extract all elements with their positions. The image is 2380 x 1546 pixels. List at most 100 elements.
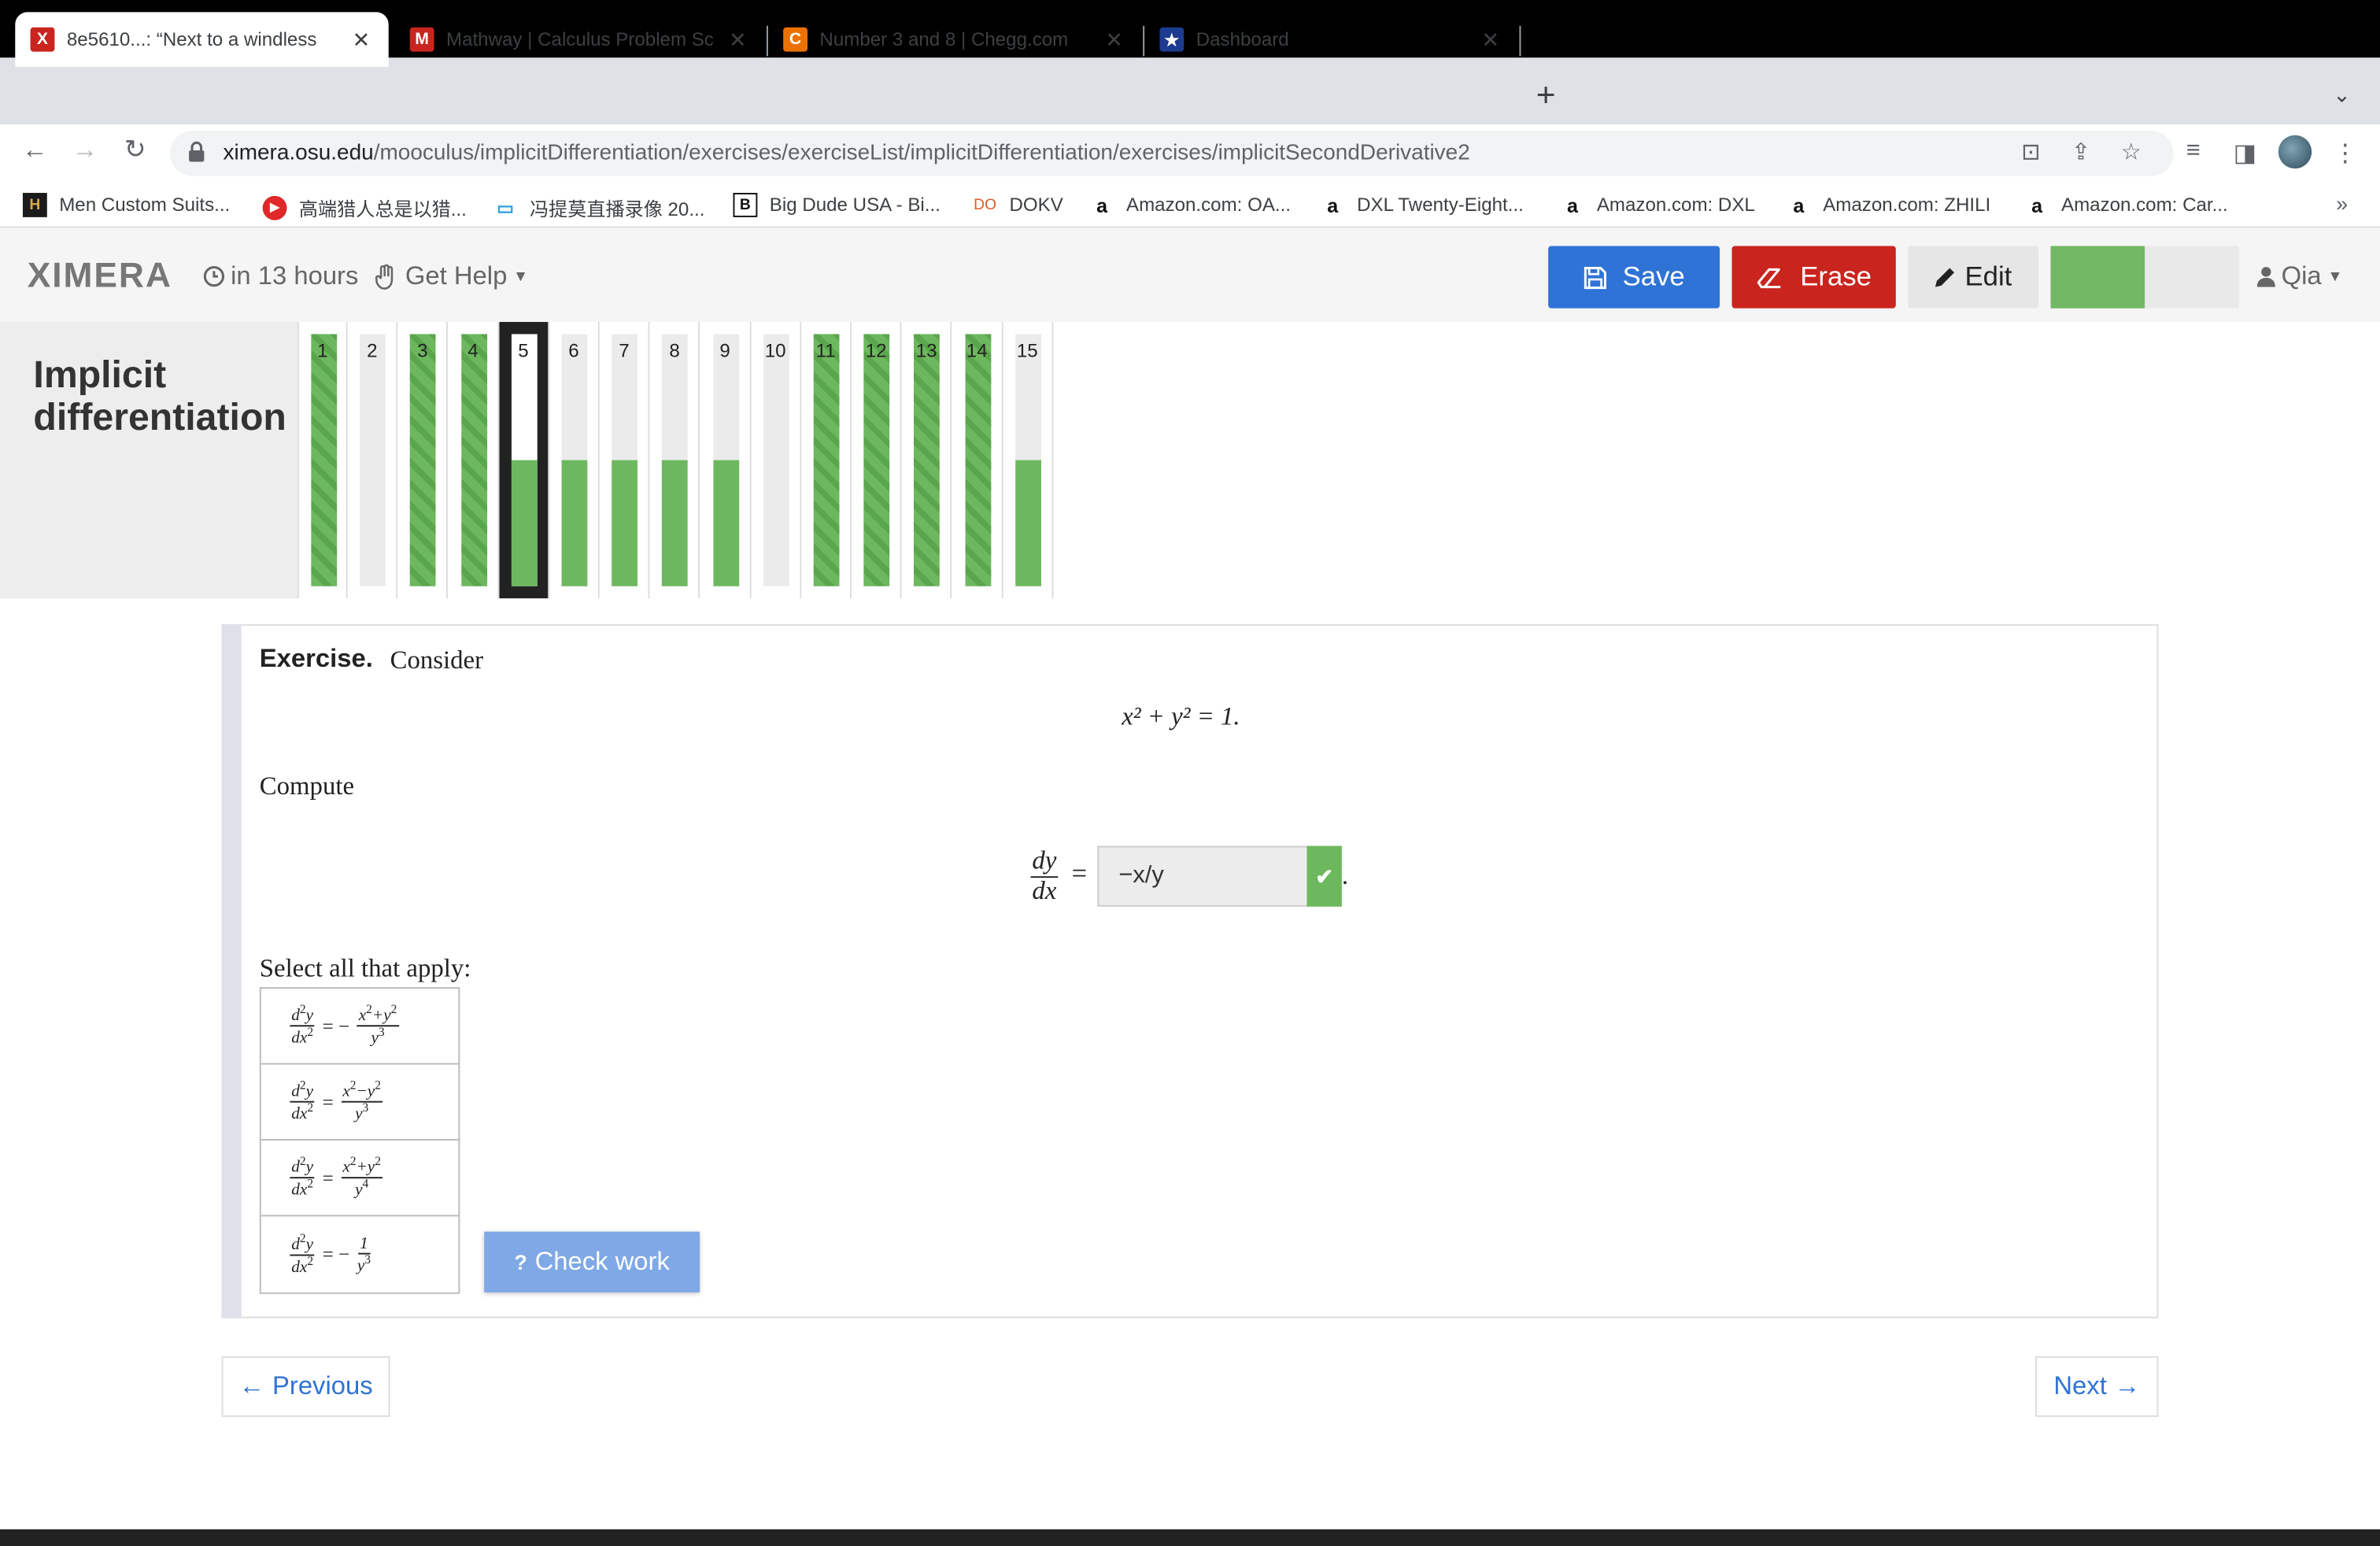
problem-tab-5[interactable]: 5 [499, 322, 549, 599]
problem-progress-fill [964, 334, 991, 586]
bookmark-label: 高端猎人总是以猎... [298, 198, 467, 220]
share-icon[interactable]: ⇪ [2066, 139, 2097, 165]
bookmark-label: Amazon.com: ZHILI [1823, 194, 1991, 216]
tab-chegg[interactable]: C Number 3 and 8 | Chegg.com ✕ [768, 12, 1141, 66]
previous-button[interactable]: ← Previous [221, 1356, 390, 1418]
problem-progress-fill [410, 334, 437, 586]
hand-icon [375, 263, 394, 289]
problem-tab-9[interactable]: 9 [700, 322, 751, 599]
problem-tab-6[interactable]: 6 [549, 322, 600, 599]
url-domain: ximera.osu.edu [223, 141, 374, 166]
choice-option-2[interactable]: d2y dx2 = x2−y2 y3 [261, 1064, 459, 1141]
dashboard-favicon-icon: ★ [1159, 27, 1184, 52]
answer-period: . [1341, 860, 1349, 890]
problem-progress-fill [612, 460, 638, 586]
save-button[interactable]: Save [1548, 246, 1720, 309]
side-panel-icon[interactable]: ◨ [2230, 139, 2260, 169]
problem-progress-fill [914, 334, 941, 586]
profile-avatar[interactable] [2278, 135, 2312, 169]
problem-progress-fill [1014, 460, 1041, 586]
bookmark-item[interactable]: ▭ 冯提莫直播录像 20... [493, 193, 705, 222]
bookmark-item[interactable]: H Men Custom Suits... [22, 193, 230, 217]
edit-label: Edit [1964, 261, 2012, 292]
choice-option-3[interactable]: d2y dx2 = x2+y2 y4 [261, 1141, 459, 1217]
tab-search-chevron-icon[interactable]: ⌄ [2333, 82, 2351, 108]
close-icon[interactable]: ✕ [726, 27, 750, 53]
problem-progress-track [360, 334, 386, 586]
user-menu[interactable]: Qia ▼ [2256, 261, 2343, 292]
bigdude-favicon-icon: B [733, 193, 758, 217]
url-text[interactable]: ximera.osu.edu/mooculus/implicitDifferen… [223, 141, 1469, 165]
close-icon[interactable]: ✕ [1478, 27, 1502, 53]
problem-tab-15[interactable]: 15 [1003, 322, 1054, 599]
bookmark-label: Amazon.com: Car... [2060, 194, 2228, 216]
floppy-disk-icon [1584, 266, 1606, 289]
next-button[interactable]: Next → [2035, 1356, 2159, 1418]
translate-icon[interactable]: ⊡ [2016, 139, 2046, 165]
check-work-button[interactable]: ? Check work [484, 1231, 700, 1293]
url-path: /mooculus/implicitDifferentiation/exerci… [373, 141, 1470, 166]
more-menu-icon[interactable]: ⋮ [2330, 139, 2360, 169]
bookmark-item[interactable]: a Amazon.com: Car... [2025, 193, 2228, 217]
correct-check-icon: ✔ [1306, 845, 1342, 907]
tab-mathway[interactable]: M Mathway | Calculus Problem Sc ✕ [394, 12, 765, 66]
problem-tab-14[interactable]: 14 [952, 322, 1003, 599]
bookmark-item[interactable]: a Amazon.com: OA... [1090, 193, 1291, 217]
bookmark-label: DXL Twenty-Eight... [1357, 194, 1524, 216]
problem-tab-3[interactable]: 3 [398, 322, 449, 599]
problem-number: 5 [518, 340, 529, 362]
problem-tab-11[interactable]: 11 [801, 322, 852, 599]
tab-title: Mathway | Calculus Problem Sc [445, 28, 714, 50]
problem-progress-fill [561, 460, 588, 586]
ximera-logo[interactable]: XIMERA [28, 255, 172, 296]
choice-option-1[interactable]: d2y dx2 = − x2+y2 y3 [261, 989, 459, 1065]
problem-progress-track [662, 334, 689, 586]
tab-dashboard[interactable]: ★ Dashboard ✕ [1144, 12, 1517, 66]
problem-tab-8[interactable]: 8 [650, 322, 700, 599]
reload-icon[interactable]: ↻ [118, 135, 151, 166]
more-bookmarks-chevron-icon[interactable]: » [2336, 191, 2348, 216]
save-label: Save [1622, 261, 1685, 292]
forward-arrow-icon[interactable]: → [68, 135, 102, 166]
progress-fill [2050, 246, 2145, 309]
problem-tab-13[interactable]: 13 [902, 322, 952, 599]
back-arrow-icon[interactable]: ← [18, 135, 51, 166]
bookmark-item[interactable]: a DXL Twenty-Eight... [1321, 193, 1524, 217]
amazon-icon: a [1327, 193, 1339, 216]
bookmark-star-icon[interactable]: ☆ [2116, 139, 2146, 165]
bookmark-item[interactable]: a Amazon.com: DXL [1561, 193, 1755, 217]
bookmark-item[interactable]: a Amazon.com: ZHILI [1787, 193, 1990, 217]
answer-input[interactable]: −x/y [1097, 845, 1309, 907]
problem-progress-track [813, 334, 840, 586]
select-all-label: Select all that apply: [259, 953, 471, 983]
problem-tab-10[interactable]: 10 [751, 322, 801, 599]
problem-number: 4 [468, 340, 479, 362]
problem-tab-12[interactable]: 12 [852, 322, 902, 599]
new-tab-plus-icon[interactable]: + [1536, 76, 1556, 113]
close-icon[interactable]: ✕ [1102, 27, 1126, 53]
edit-button[interactable]: Edit [1908, 246, 2039, 309]
get-help-label: Get Help [405, 261, 508, 290]
problem-progress-fill [813, 334, 840, 586]
problem-progress-fill [662, 460, 689, 586]
problem-tab-2[interactable]: 2 [348, 322, 398, 599]
bookmark-item[interactable]: ▶ 高端猎人总是以猎... [262, 193, 467, 222]
problem-progress-track [561, 334, 588, 586]
problem-tab-1[interactable]: 1 [297, 322, 348, 599]
eraser-icon [1757, 267, 1781, 288]
choice-option-4[interactable]: d2y dx2 = −1 y3 [261, 1216, 459, 1292]
reading-list-icon[interactable]: ≡ [2178, 139, 2208, 166]
problem-number: 3 [417, 340, 428, 362]
bookmark-item[interactable]: B Big Dude USA - Bi... [733, 193, 941, 217]
get-help-dropdown[interactable]: Get Help ▼ [373, 261, 528, 292]
close-icon[interactable]: ✕ [349, 27, 374, 53]
problem-progress-fill [511, 460, 538, 586]
problem-tab-4[interactable]: 4 [449, 322, 499, 599]
tab-ximera[interactable]: X 8e5610...: “Next to a windless ✕ [15, 12, 389, 67]
bookmark-item[interactable]: DO DOKV [973, 193, 1063, 217]
bookmark-label: 冯提莫直播录像 20... [530, 198, 705, 220]
tv-icon: ▭ [497, 196, 515, 218]
problem-tab-7[interactable]: 7 [600, 322, 650, 599]
problem-progress-track [863, 334, 890, 586]
erase-button[interactable]: Erase [1731, 246, 1896, 309]
